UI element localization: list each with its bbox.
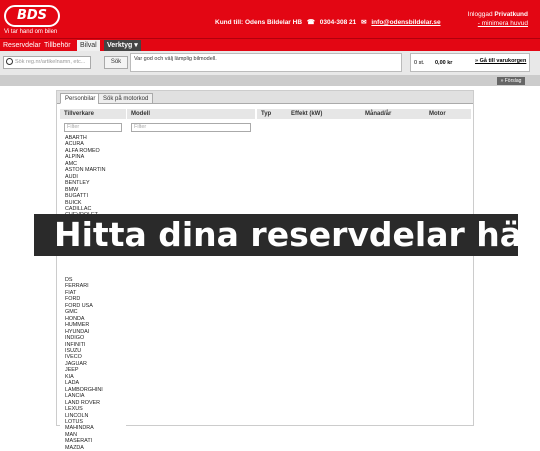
chevron-down-icon: ▾ [134, 42, 138, 49]
go-to-cart-link[interactable]: » Gå till varukorgen [475, 58, 526, 64]
user-name: Privatkund [494, 11, 528, 18]
manufacturer-filter[interactable]: Filter [64, 123, 122, 132]
manufacturer-list-top: ABARTH ACURA ALFA ROMEO ALPINA AMC ASTON MART… [60, 135, 126, 219]
tab-personbilar[interactable]: Personbilar [60, 93, 101, 104]
model-header: Modell [127, 109, 255, 119]
tab-motorkod[interactable]: Sök på motorkod [98, 93, 154, 104]
suggest-button[interactable]: » Förslag [497, 77, 525, 85]
manufacturer-list-bottom: DS FERRARI FIAT FORD FORD USA GMC HONDA HUMMER H… [60, 277, 103, 451]
model-filter[interactable]: Filter [131, 123, 251, 132]
manufacturer-column: Tillverkare Filter ABARTH ACURA ALFA ROMEO… [60, 109, 126, 451]
slogan: Vi tar hand om bilen [4, 29, 58, 35]
phone-number: 0304-308 21 [319, 19, 357, 26]
search-icon [6, 58, 13, 65]
phone-icon: ☎ [306, 19, 315, 26]
user-box: Inloggad Privatkund - minimera huvud [468, 10, 528, 28]
manufacturer-header: Tillverkare [60, 109, 126, 119]
model-column: Modell Filter [127, 109, 255, 132]
search-input[interactable]: Sök reg.nr/artikelnamn, etc... [3, 56, 91, 69]
cart-qty: 0 st. [414, 60, 425, 66]
customer-label: Kund till: Odens Bildelar HB [215, 19, 303, 26]
separator-bar [0, 76, 540, 86]
bds-logo[interactable]: BDS [4, 5, 60, 27]
email-icon: ✉ [361, 19, 367, 26]
main-nav: Reservdelar Tillbehör Bilval Verktyg ▾ [0, 38, 540, 52]
col-motor: Motor [429, 111, 446, 117]
tab-bar: Personbilar Sök på motorkod [57, 91, 473, 104]
col-typ: Typ [261, 111, 272, 117]
message-box: Var god och välj lämplig bilmodell. [130, 53, 402, 72]
type-columns-header: Typ Effekt (kW) Månad/år Motor [257, 109, 471, 119]
contact-info: Kund till: Odens Bildelar HB ☎ 0304-308 … [215, 18, 444, 26]
site-header: BDS Vi tar hand om bilen Kund till: Oden… [0, 0, 540, 38]
col-effekt: Effekt (kW) [291, 111, 323, 117]
manufacturer-item[interactable]: MAZDA [65, 445, 103, 451]
promo-banner: Hitta dina reservdelar här [34, 214, 538, 256]
car-selector-panel: Personbilar Sök på motorkod Tillverkare … [56, 90, 474, 451]
minimize-header-link[interactable]: - minimera huvud [478, 20, 528, 27]
cart-amount: 0,00 kr [435, 60, 453, 66]
cart-box: 0 st. 0,00 kr » Gå till varukorgen [410, 53, 530, 72]
email-link[interactable]: info@odensbildelar.se [371, 19, 440, 26]
toolbar: Sök reg.nr/artikelnamn, etc... Sök Var g… [0, 51, 540, 76]
nav-verktyg-label: Verktyg [107, 42, 133, 49]
login-prefix: Inloggad [467, 11, 493, 18]
col-manad: Månad/år [365, 111, 392, 117]
search-placeholder: Sök reg.nr/artikelnamn, etc... [15, 59, 86, 65]
search-button[interactable]: Sök [104, 56, 128, 69]
